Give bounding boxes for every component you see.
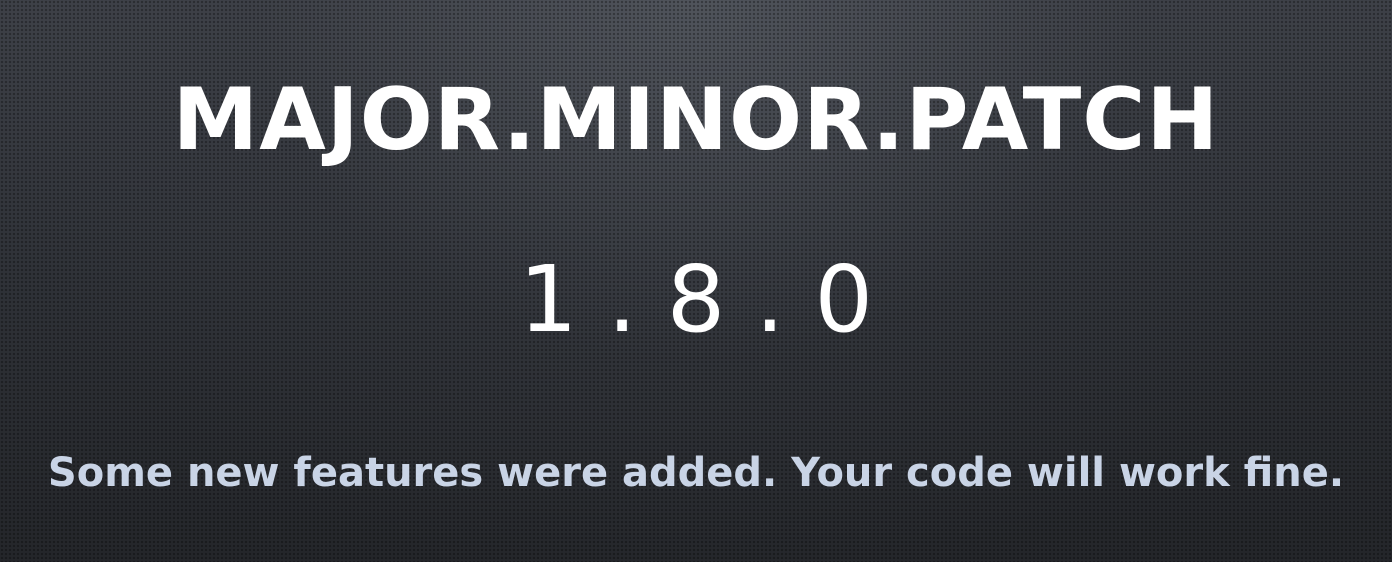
slide-caption: Some new features were added. Your code …: [47, 450, 1345, 496]
version-number: 1.8.0: [518, 246, 904, 353]
slide: MAJOR.MINOR.PATCH 1.8.0 Some new feature…: [0, 0, 1392, 562]
slide-title: MAJOR.MINOR.PATCH: [172, 70, 1220, 170]
